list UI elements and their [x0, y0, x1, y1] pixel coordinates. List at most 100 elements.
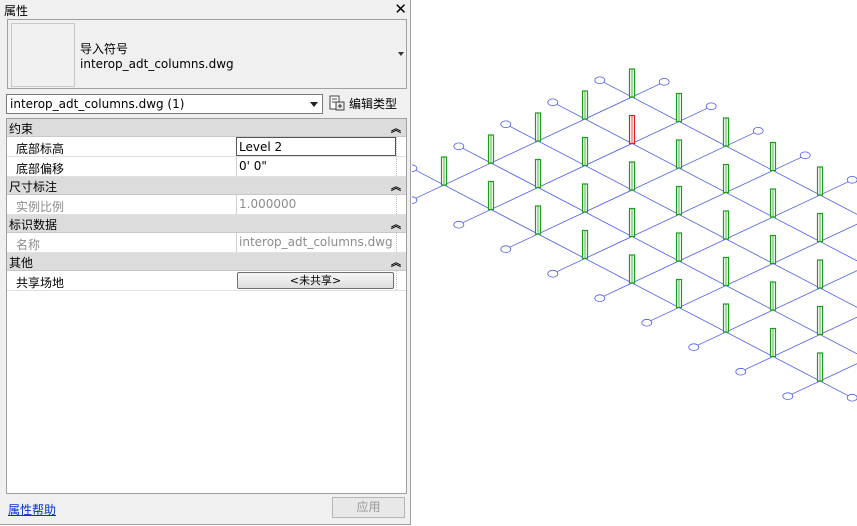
panel-titlebar: 属性 ✕: [0, 0, 411, 18]
grid-bubble: [782, 392, 794, 401]
group-dimensions[interactable]: 尺寸标注 ︽: [7, 177, 406, 195]
property-name: 实例比例: [16, 200, 65, 214]
model-viewport[interactable]: [412, 0, 857, 526]
property-row: 名称 interop_adt_columns.dwg: [7, 233, 406, 253]
column[interactable]: [816, 305, 824, 336]
column[interactable]: [581, 183, 589, 213]
instance-filter-label: interop_adt_columns.dwg (1): [10, 97, 185, 111]
row-tail: [396, 195, 407, 214]
column[interactable]: [816, 212, 824, 243]
collapse-chevron-icon[interactable]: ︽: [391, 216, 401, 231]
row-tail: [396, 233, 407, 252]
group-name: 标识数据: [9, 218, 58, 232]
group-other[interactable]: 其他 ︽: [7, 253, 406, 271]
column[interactable]: [722, 117, 730, 147]
column[interactable]: [722, 256, 730, 287]
column[interactable]: [769, 141, 777, 172]
column[interactable]: [675, 92, 683, 123]
grid-bubble: [641, 318, 653, 327]
group-name: 尺寸标注: [9, 180, 58, 194]
chevron-down-icon[interactable]: [310, 102, 318, 107]
column[interactable]: [816, 166, 824, 196]
column[interactable]: [628, 161, 636, 191]
grid-bubble: [547, 269, 559, 278]
column[interactable]: [675, 185, 683, 216]
column[interactable]: [628, 68, 636, 98]
apply-button[interactable]: 应用: [332, 497, 405, 518]
column[interactable]: [534, 112, 542, 142]
close-icon[interactable]: ✕: [394, 0, 407, 18]
instance-scale-value: 1.000000: [236, 195, 396, 214]
grid-bubble: [688, 343, 700, 352]
property-name: 底部标高: [16, 142, 65, 156]
shared-site-button[interactable]: <未共享>: [237, 272, 394, 289]
property-row: 底部标高 Level 2: [7, 137, 406, 157]
grid-bubble: [453, 220, 465, 229]
row-tail: [396, 157, 407, 176]
column[interactable]: [628, 207, 636, 238]
base-offset-field[interactable]: 0' 0": [236, 157, 396, 176]
column[interactable]: [581, 90, 589, 120]
column[interactable]: [628, 254, 636, 284]
edit-type-button[interactable]: 编辑类型: [329, 94, 397, 112]
row-tail: [396, 271, 407, 290]
edit-type-icon: [329, 95, 345, 111]
property-name: 底部偏移: [16, 162, 65, 176]
column[interactable]: [769, 188, 777, 218]
grid-bubble: [594, 76, 606, 85]
collapse-chevron-icon[interactable]: ︽: [391, 120, 401, 135]
base-level-field[interactable]: Level 2: [236, 137, 396, 156]
grid-bubble: [799, 151, 811, 160]
column[interactable]: [722, 303, 730, 333]
column[interactable]: [675, 139, 683, 169]
column[interactable]: [534, 205, 542, 235]
column[interactable]: [769, 234, 777, 265]
grid-bubble: [547, 98, 559, 107]
column[interactable]: [534, 158, 542, 189]
column[interactable]: [722, 210, 730, 240]
name-value: interop_adt_columns.dwg: [236, 233, 396, 252]
columns: [440, 68, 824, 382]
grid-bubble: [658, 78, 670, 86]
row-tail: [396, 137, 407, 156]
column[interactable]: [769, 281, 777, 311]
group-identity-data[interactable]: 标识数据 ︽: [7, 215, 406, 233]
edit-type-label: 编辑类型: [349, 96, 398, 111]
property-row: 共享场地 <未共享>: [7, 271, 406, 291]
grid-line: [462, 147, 857, 355]
grid-bubble: [500, 120, 512, 129]
column[interactable]: [581, 136, 589, 167]
column[interactable]: [628, 114, 636, 145]
properties-grid: 约束 ︽ 底部标高 Level 2 底部偏移 0' 0" 尺寸标注 ︽ 实例比例…: [6, 118, 407, 494]
type-thumbnail: [11, 23, 75, 87]
grid-bubble: [752, 127, 764, 135]
type-name: interop_adt_columns.dwg: [80, 57, 234, 71]
properties-help-link[interactable]: 属性帮助: [8, 501, 56, 518]
grid-bubble: [846, 393, 857, 402]
type-selector[interactable]: 导入符号 interop_adt_columns.dwg: [7, 19, 407, 89]
column[interactable]: [769, 327, 777, 358]
column[interactable]: [816, 352, 824, 382]
column[interactable]: [440, 156, 448, 186]
group-name: 约束: [9, 122, 34, 136]
grid-lines: [415, 81, 857, 397]
property-name: 共享场地: [16, 276, 65, 290]
collapse-chevron-icon[interactable]: ︽: [391, 178, 401, 193]
collapse-chevron-icon[interactable]: ︽: [391, 254, 401, 269]
instance-filter-dropdown[interactable]: interop_adt_columns.dwg (1): [6, 94, 323, 114]
column[interactable]: [675, 232, 683, 262]
column[interactable]: [487, 134, 495, 164]
group-constraints[interactable]: 约束 ︽: [7, 119, 406, 137]
column[interactable]: [581, 229, 589, 260]
column[interactable]: [675, 278, 683, 309]
panel-title: 属性: [4, 4, 29, 18]
grid-line: [509, 125, 857, 308]
column[interactable]: [816, 259, 824, 289]
properties-panel: 属性 ✕ 导入符号 interop_adt_columns.dwg intero…: [0, 0, 411, 525]
column[interactable]: [722, 163, 730, 194]
grid-bubble: [735, 367, 747, 376]
chevron-down-icon[interactable]: [398, 52, 404, 56]
column[interactable]: [487, 180, 495, 211]
property-row: 底部偏移 0' 0": [7, 157, 406, 177]
grid-bubble: [705, 102, 717, 111]
